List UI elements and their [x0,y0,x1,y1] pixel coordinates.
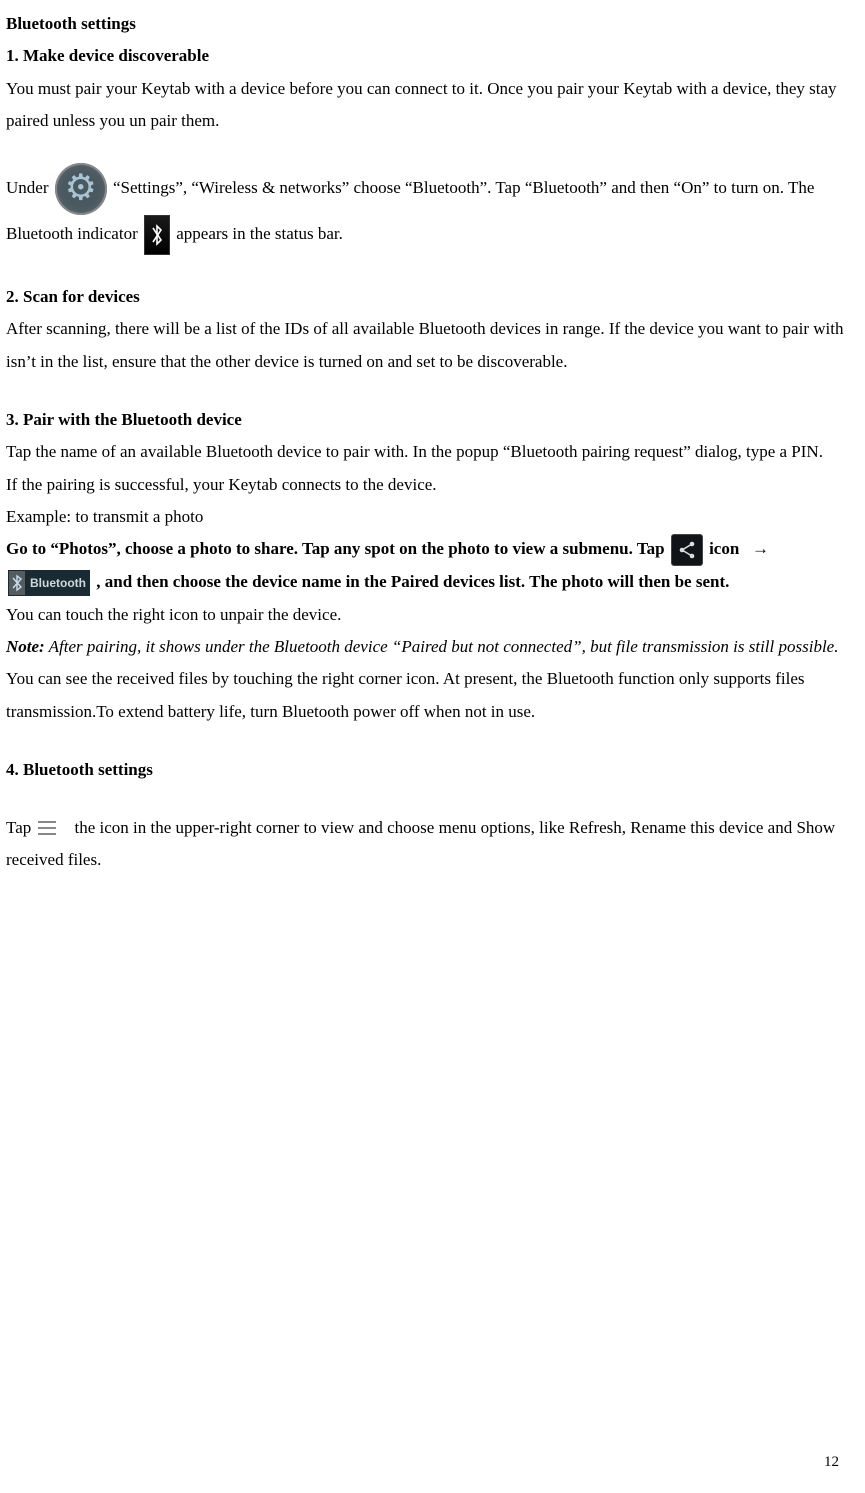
settings-icon [55,163,107,215]
bluetooth-button-icon: Bluetooth [8,570,90,596]
bluetooth-button-label: Bluetooth [30,576,86,590]
text-fragment: the icon in the upper-right corner to vi… [6,818,835,869]
section-3-heading: 3. Pair with the Bluetooth device [6,404,847,436]
text-fragment: icon → [709,539,773,558]
text-fragment: , and then choose the device name in the… [96,572,729,591]
page-title: Bluetooth settings [6,8,847,40]
section-1-paragraph-2: Under “Settings”, “Wireless & networks” … [6,163,847,255]
section-3-bold-instruction: Go to “Photos”, choose a photo to share.… [6,533,847,598]
section-3-paragraph-3: Example: to transmit a photo [6,501,847,533]
section-2-heading: 2. Scan for devices [6,281,847,313]
section-3-paragraph-2: If the pairing is successful, your Keyta… [6,469,847,501]
section-4-heading: 4. Bluetooth settings [6,754,847,786]
section-3-paragraph-4: You can touch the right icon to unpair t… [6,599,847,631]
text-fragment: “Settings”, “Wireless & networks” choose… [6,178,814,243]
share-icon [671,534,703,566]
text-fragment: Under [6,178,53,197]
section-1-heading: 1. Make device discoverable [6,40,847,72]
menu-icon [38,819,56,839]
section-3-note: Note: After pairing, it shows under the … [6,631,847,663]
section-1-paragraph-1: You must pair your Keytab with a device … [6,73,847,138]
note-text: After pairing, it shows under the Blueto… [45,637,839,656]
bluetooth-indicator-icon [144,215,170,255]
text-fragment: appears in the status bar. [176,224,343,243]
note-label: Note: [6,637,45,656]
page-number: 12 [824,1448,839,1477]
section-3-paragraph-1: Tap the name of an available Bluetooth d… [6,436,847,468]
section-4-paragraph-1: Tap the icon in the upper-right corner t… [6,812,847,877]
text-fragment: Tap [6,818,36,837]
section-3-paragraph-5: You can see the received files by touchi… [6,663,847,728]
section-2-paragraph-1: After scanning, there will be a list of … [6,313,847,378]
text-fragment: Go to “Photos”, choose a photo to share.… [6,539,669,558]
